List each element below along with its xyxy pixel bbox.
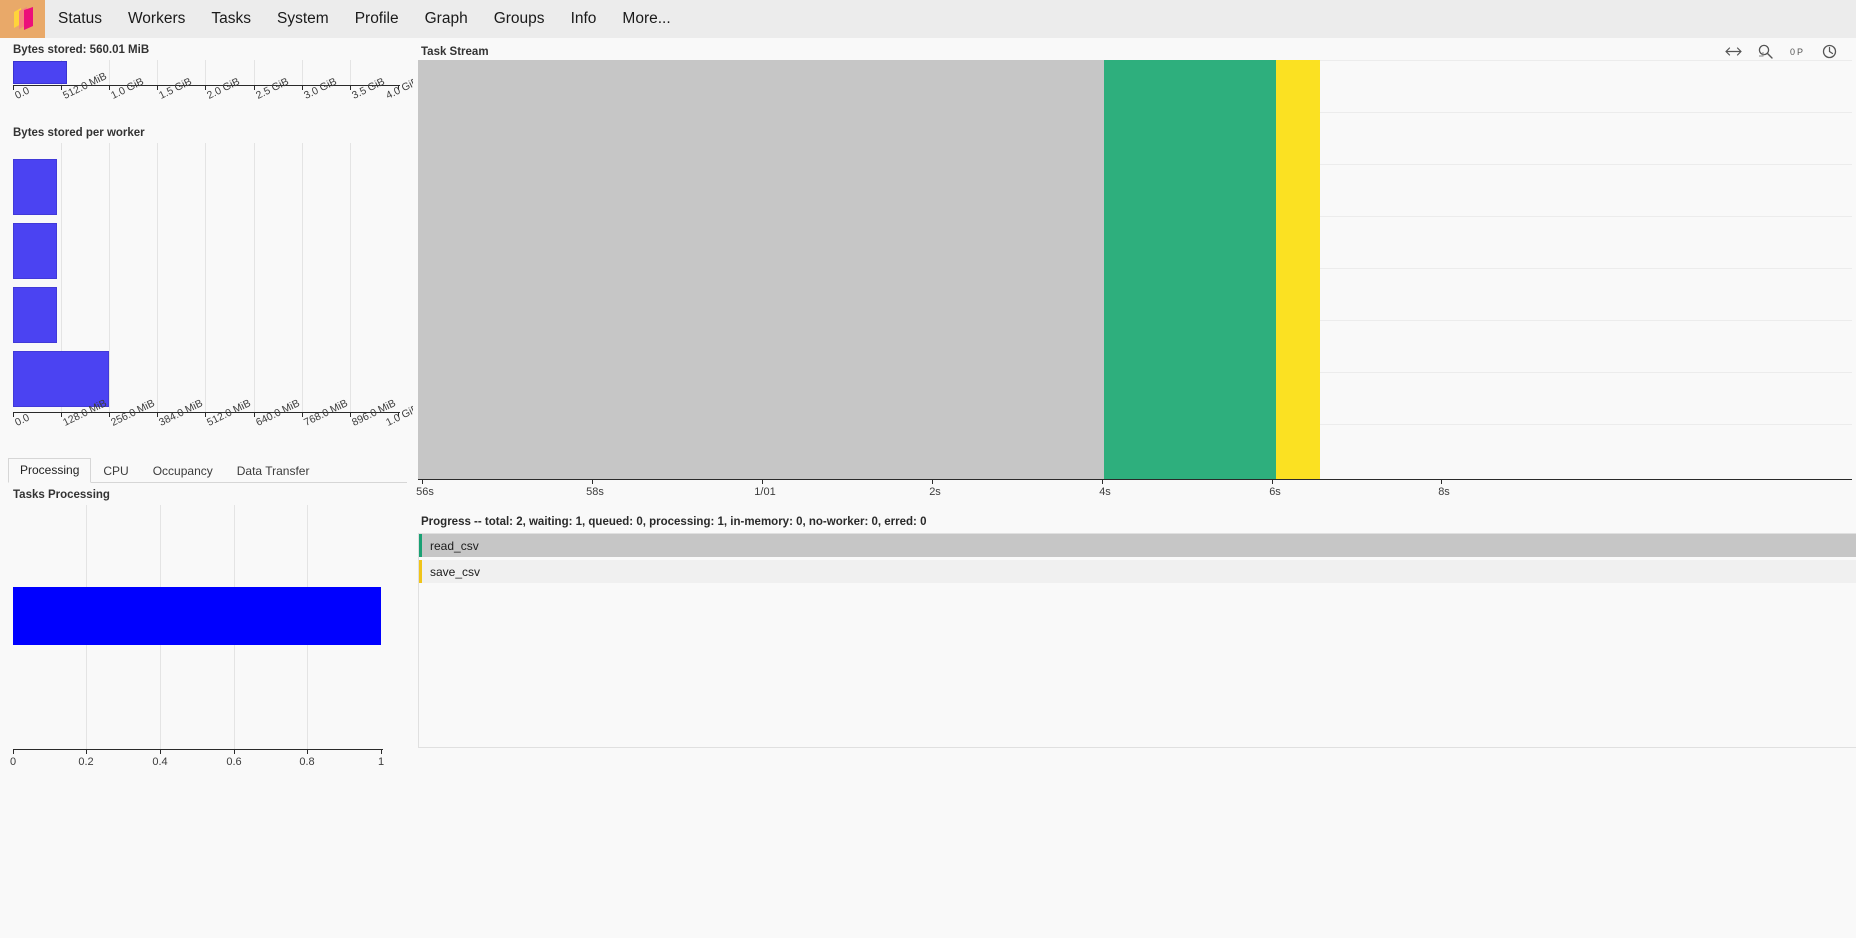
progress-label: save_csv xyxy=(419,565,480,579)
box-zoom-tool-icon[interactable] xyxy=(1754,42,1776,62)
top-navigation-bar: Status Workers Tasks System Profile Grap… xyxy=(0,0,1856,38)
ts-tick-5: 6s xyxy=(1269,486,1281,498)
task-stream-title: Task Stream xyxy=(421,46,489,58)
nav-item-system[interactable]: System xyxy=(264,0,342,38)
tab-data-transfer[interactable]: Data Transfer xyxy=(225,459,322,483)
reset-tool-icon[interactable] xyxy=(1818,42,1840,62)
progress-row-save-csv[interactable]: save_csv xyxy=(419,560,1856,583)
bpw-tick-0: 0.0 xyxy=(13,412,31,429)
bytes-per-worker-bar xyxy=(13,287,57,343)
svg-text:0: 0 xyxy=(1790,47,1795,57)
progress-section: Progress -- total: 2, waiting: 1, queued… xyxy=(418,516,1856,748)
ts-tick-1: 58s xyxy=(586,486,604,498)
left-panel-column: Bytes stored: 560.01 MiB 0.0 512.0 MiB 1… xyxy=(0,38,413,938)
task-stream-chart[interactable] xyxy=(418,60,1852,480)
nav-item-groups[interactable]: Groups xyxy=(481,0,558,38)
nav-item-workers[interactable]: Workers xyxy=(115,0,198,38)
tasks-processing-bar xyxy=(13,587,381,645)
dask-logo-icon xyxy=(10,5,36,33)
bytes-per-worker-xaxis: 0.0 128.0 MiB 256.0 MiB 384.0 MiB 512.0 … xyxy=(13,418,400,448)
nav-item-info[interactable]: Info xyxy=(558,0,610,38)
tab-processing[interactable]: Processing xyxy=(8,458,91,483)
progress-fill xyxy=(419,560,1856,583)
tp-tick-3: 0.6 xyxy=(226,756,241,768)
bytes-stored-xaxis: 0.0 512.0 MiB 1.0 GiB 1.5 GiB 2.0 GiB 2.… xyxy=(13,91,400,121)
tab-occupancy[interactable]: Occupancy xyxy=(141,459,225,483)
bytes-per-worker-chart[interactable] xyxy=(13,143,400,413)
tp-tick-5: 1 xyxy=(378,756,384,768)
nav-item-profile[interactable]: Profile xyxy=(342,0,412,38)
task-stream-block-transfer[interactable] xyxy=(1104,60,1276,479)
ts-tick-3: 2s xyxy=(929,486,941,498)
nav-item-graph[interactable]: Graph xyxy=(412,0,481,38)
task-stream-block-save-csv[interactable] xyxy=(1276,60,1320,479)
pan-tool-icon[interactable] xyxy=(1722,42,1744,62)
ts-tick-0: 56s xyxy=(416,486,434,498)
wheel-zoom-tool-icon[interactable]: 0 P xyxy=(1786,42,1808,62)
progress-title: Progress -- total: 2, waiting: 1, queued… xyxy=(418,516,1856,528)
progress-row-read-csv[interactable]: read_csv xyxy=(419,534,1856,557)
progress-fill xyxy=(419,534,1856,557)
nav-item-more[interactable]: More... xyxy=(609,0,683,38)
bytes-per-worker-bar xyxy=(13,159,57,215)
tasks-processing-xaxis: 0 0.2 0.4 0.6 0.8 1 xyxy=(13,756,383,774)
nav-item-status[interactable]: Status xyxy=(45,0,115,38)
bytes-stored-chart[interactable] xyxy=(13,60,400,86)
bytes-per-worker-bar xyxy=(13,351,109,407)
bytes-stored-tick-0: 0.0 xyxy=(13,85,31,102)
task-stream-block-read-csv[interactable] xyxy=(418,60,1104,479)
tasks-processing-chart[interactable] xyxy=(13,505,383,750)
tp-tick-2: 0.4 xyxy=(152,756,167,768)
bytes-stored-title: Bytes stored: 560.01 MiB xyxy=(0,38,413,60)
tp-tick-1: 0.2 xyxy=(78,756,93,768)
bytes-per-worker-title: Bytes stored per worker xyxy=(0,121,413,143)
ts-tick-4: 4s xyxy=(1099,486,1111,498)
task-stream-toolbar: 0 P xyxy=(1722,42,1846,62)
tp-tick-0: 0 xyxy=(10,756,16,768)
ts-tick-2: 1/01 xyxy=(754,486,775,498)
progress-bars: read_csv save_csv xyxy=(418,533,1856,748)
tasks-processing-title: Tasks Processing xyxy=(0,483,413,505)
nav-item-tasks[interactable]: Tasks xyxy=(198,0,264,38)
dask-logo[interactable] xyxy=(0,0,45,38)
tab-cpu[interactable]: CPU xyxy=(91,459,140,483)
worker-metric-tabs: Processing CPU Occupancy Data Transfer xyxy=(8,458,407,483)
bytes-stored-bar xyxy=(13,61,67,84)
ts-tick-6: 8s xyxy=(1438,486,1450,498)
svg-text:P: P xyxy=(1797,47,1803,57)
progress-label: read_csv xyxy=(419,539,479,553)
task-stream-xaxis: 56s 58s 1/01 2s 4s 6s 8s xyxy=(418,486,1852,504)
task-stream-header: Task Stream 0 P xyxy=(413,38,1856,60)
right-panel-column: Task Stream 0 P xyxy=(413,38,1856,938)
bytes-per-worker-bar xyxy=(13,223,57,279)
tp-tick-4: 0.8 xyxy=(299,756,314,768)
